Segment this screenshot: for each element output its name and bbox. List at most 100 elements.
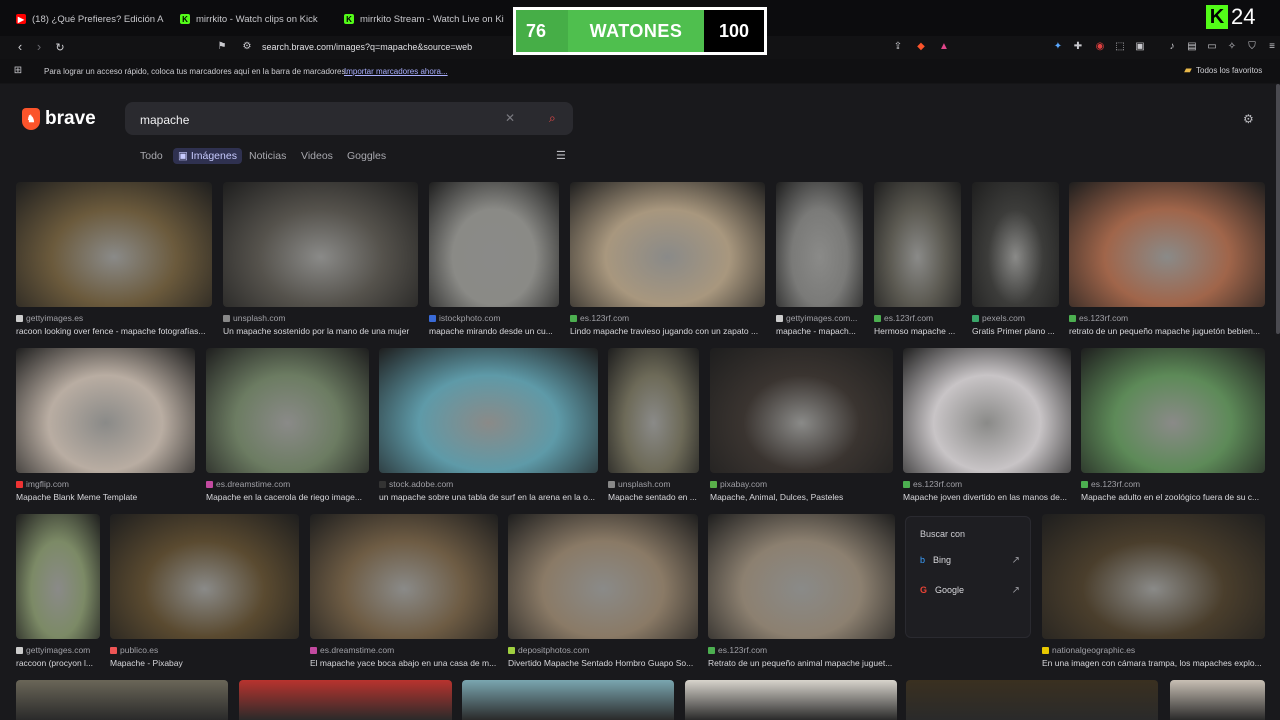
image-result-partial[interactable]	[462, 680, 674, 720]
result-thumbnail[interactable]	[223, 182, 418, 307]
result-thumbnail[interactable]	[310, 514, 498, 639]
result-caption[interactable]: El mapache yace boca abajo en una casa d…	[310, 658, 506, 668]
filter-icon[interactable]: ☰	[556, 149, 566, 162]
result-source[interactable]: gettyimages.com	[16, 645, 100, 655]
image-result[interactable]: stock.adobe.com un mapache sobre una tabl…	[379, 348, 598, 508]
image-result[interactable]: unsplash.com Mapache sentado en ...	[608, 348, 699, 508]
brave-logo[interactable]: ♞ brave	[22, 108, 96, 130]
result-caption[interactable]: raccoon (procyon l...	[16, 658, 108, 668]
search-with-google[interactable]: G Google ↗	[920, 585, 1020, 596]
result-source[interactable]: es.123rf.com	[570, 313, 765, 323]
leo-icon[interactable]: ✧	[1226, 41, 1238, 53]
extension-icon[interactable]: ✚	[1072, 41, 1084, 53]
image-result[interactable]: nationalgeographic.es En una imagen con c…	[1042, 514, 1265, 674]
result-source[interactable]: es.123rf.com	[708, 645, 895, 655]
apps-icon[interactable]: ⊞	[12, 65, 24, 77]
result-thumbnail[interactable]	[16, 514, 100, 639]
tab-noticias[interactable]: Noticias	[249, 148, 286, 164]
image-result[interactable]: imgflip.com Mapache Blank Meme Template	[16, 348, 195, 508]
image-result[interactable]: es.dreamstime.com Mapache en la cacerola …	[206, 348, 369, 508]
image-result-partial[interactable]	[239, 680, 452, 720]
result-thumbnail[interactable]	[206, 348, 369, 473]
result-source[interactable]: es.dreamstime.com	[206, 479, 369, 489]
search-input[interactable]: mapache	[140, 113, 189, 127]
result-thumbnail[interactable]	[429, 182, 559, 307]
site-info-icon[interactable]: ⚙	[241, 41, 253, 53]
image-result[interactable]: es.123rf.com Mapache adulto en el zoológi…	[1081, 348, 1265, 508]
result-caption[interactable]: Mapache - Pixabay	[110, 658, 307, 668]
brave-shields-icon[interactable]: ◆	[915, 41, 927, 53]
extension-icon[interactable]: ✦	[1052, 41, 1064, 53]
result-caption[interactable]: Lindo mapache travieso jugando con un za…	[570, 326, 773, 336]
result-caption[interactable]: Mapache adulto en el zoológico fuera de …	[1081, 492, 1273, 502]
tab-videos[interactable]: Videos	[301, 148, 333, 164]
result-thumbnail[interactable]	[1069, 182, 1265, 307]
image-result-partial[interactable]	[1170, 680, 1265, 720]
result-source[interactable]: imgflip.com	[16, 479, 195, 489]
result-caption[interactable]: retrato de un pequeño mapache juguetón b…	[1069, 326, 1273, 336]
brave-rewards-icon[interactable]: ▲	[938, 41, 950, 53]
image-result[interactable]: pexels.com Gratis Primer plano ...	[972, 182, 1059, 342]
image-result[interactable]: publico.es Mapache - Pixabay	[110, 514, 299, 674]
image-result[interactable]: unsplash.com Un mapache sostenido por la …	[223, 182, 418, 342]
result-thumbnail[interactable]	[508, 514, 698, 639]
sidebar-icon[interactable]: ▤	[1186, 41, 1198, 53]
image-result[interactable]: es.123rf.com Retrato de un pequeño animal…	[708, 514, 895, 674]
extension-icon[interactable]: ▣	[1134, 41, 1146, 53]
result-thumbnail[interactable]	[570, 182, 765, 307]
result-caption[interactable]: En una imagen con cámara trampa, los map…	[1042, 658, 1273, 668]
image-result-partial[interactable]	[906, 680, 1158, 720]
result-source[interactable]: unsplash.com	[608, 479, 699, 489]
browser-tab-youtube[interactable]: ▶ (18) ¿Qué Prefieres? Edición ANIMAL	[16, 8, 164, 30]
back-icon[interactable]: ‹	[12, 39, 28, 54]
result-thumbnail[interactable]	[1042, 514, 1265, 639]
result-caption[interactable]: racoon looking over fence - mapache foto…	[16, 326, 220, 336]
result-caption[interactable]: Retrato de un pequeño animal mapache jug…	[708, 658, 903, 668]
result-thumbnail[interactable]	[972, 182, 1059, 307]
bookmark-icon[interactable]: ⚑	[216, 41, 228, 53]
result-source[interactable]: es.123rf.com	[1069, 313, 1265, 323]
url-field[interactable]: search.brave.com/images?q=mapache&source…	[262, 42, 472, 52]
settings-gear-icon[interactable]: ⚙	[1243, 112, 1254, 126]
result-source[interactable]: stock.adobe.com	[379, 479, 598, 489]
image-result[interactable]: es.dreamstime.com El mapache yace boca ab…	[310, 514, 498, 674]
result-source[interactable]: nationalgeographic.es	[1042, 645, 1265, 655]
result-caption[interactable]: un mapache sobre una tabla de surf en la…	[379, 492, 606, 502]
vpn-icon[interactable]: ⛉	[1246, 41, 1258, 53]
extensions-icon[interactable]: ⬚	[1114, 41, 1126, 53]
result-source[interactable]: unsplash.com	[223, 313, 418, 323]
result-thumbnail[interactable]	[708, 514, 895, 639]
result-source[interactable]: pexels.com	[972, 313, 1059, 323]
result-caption[interactable]: Hermoso mapache ...	[874, 326, 969, 336]
result-caption[interactable]: Un mapache sostenido por la mano de una …	[223, 326, 426, 336]
result-source[interactable]: depositphotos.com	[508, 645, 698, 655]
result-source[interactable]: es.123rf.com	[1081, 479, 1265, 489]
image-result[interactable]: es.123rf.com Lindo mapache travieso jugan…	[570, 182, 765, 342]
result-thumbnail[interactable]	[776, 182, 863, 307]
result-thumbnail[interactable]	[1081, 348, 1265, 473]
result-source[interactable]: pixabay.com	[710, 479, 893, 489]
result-thumbnail[interactable]	[608, 348, 699, 473]
result-caption[interactable]: Divertido Mapache Sentado Hombro Guapo S…	[508, 658, 706, 668]
extension-icon[interactable]: ◉	[1094, 41, 1106, 53]
browser-tab-kick-clips[interactable]: K mirrkito - Watch clips on Kick	[180, 8, 330, 30]
image-result-partial[interactable]	[16, 680, 228, 720]
image-result[interactable]: es.123rf.com Hermoso mapache ...	[874, 182, 961, 342]
browser-tab-kick-live[interactable]: K mirrkito Stream - Watch Live on Kick	[344, 8, 504, 30]
tab-imagenes[interactable]: ▣ Imágenes	[173, 148, 242, 164]
result-source[interactable]: publico.es	[110, 645, 299, 655]
image-result[interactable]: depositphotos.com Divertido Mapache Senta…	[508, 514, 698, 674]
result-source[interactable]: es.123rf.com	[874, 313, 961, 323]
result-source[interactable]: es.dreamstime.com	[310, 645, 498, 655]
media-icon[interactable]: ♪	[1166, 41, 1178, 53]
result-thumbnail[interactable]	[16, 182, 212, 307]
clear-icon[interactable]: ✕	[505, 111, 515, 125]
search-with-bing[interactable]: b Bing ↗	[920, 555, 1020, 566]
tab-todo[interactable]: Todo	[140, 148, 163, 164]
image-result[interactable]: pixabay.com Mapache, Animal, Dulces, Past…	[710, 348, 893, 508]
search-box[interactable]: mapache ✕ ⌕	[125, 102, 573, 135]
result-caption[interactable]: Mapache Blank Meme Template	[16, 492, 203, 502]
result-thumbnail[interactable]	[710, 348, 893, 473]
result-thumbnail[interactable]	[874, 182, 961, 307]
result-thumbnail[interactable]	[379, 348, 598, 473]
